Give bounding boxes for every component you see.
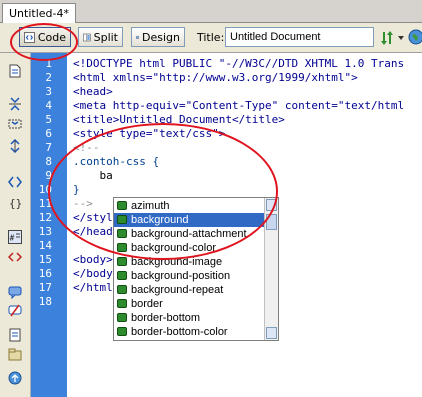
apply-comment-icon[interactable] [8, 285, 22, 299]
code-hint-label: border-bottom [131, 312, 201, 324]
code-hint-item[interactable]: background-color [114, 241, 264, 255]
code-hint-label: background-image [131, 256, 223, 268]
code-hint-label: background-color [131, 242, 216, 254]
split-view-label: Split [93, 30, 118, 44]
line-number: 10 [38, 183, 52, 196]
code-hint-item[interactable]: background-attachment [114, 227, 264, 241]
code-line[interactable]: .contoh-css { [73, 155, 159, 169]
code-hint-label: background-attachment [131, 228, 247, 240]
css-property-icon [117, 285, 127, 294]
css-property-icon [117, 229, 127, 238]
code-hint-item[interactable]: border-bottom [114, 311, 264, 325]
code-line[interactable]: ba [73, 169, 112, 183]
css-property-icon [117, 271, 127, 280]
line-number: 6 [45, 127, 52, 140]
code-line[interactable]: --> [73, 197, 93, 211]
line-number-gutter: 1 2 3 4 5 6 7 8 9 10 11 12 13 14 15 16 17 18 [31, 53, 67, 397]
css-property-icon [117, 243, 127, 252]
code-hint-item[interactable]: background [114, 213, 264, 227]
recent-snippets-icon[interactable] [8, 348, 22, 362]
svg-text:#: # [10, 234, 15, 243]
line-number: 1 [45, 57, 52, 70]
css-property-icon [117, 201, 127, 210]
design-view-button[interactable]: Design [131, 27, 185, 47]
move-css-icon[interactable] [8, 371, 22, 385]
svg-text:{}: {} [9, 197, 22, 210]
code-line[interactable]: <meta http-equiv="Content-Type" content=… [73, 99, 404, 113]
code-hint-item[interactable]: background-image [114, 255, 264, 269]
split-view-icon [83, 33, 91, 41]
line-number: 13 [38, 225, 52, 238]
code-hint-item[interactable]: azimuth [114, 199, 264, 213]
code-line[interactable]: } [73, 183, 80, 197]
title-input[interactable] [225, 27, 374, 47]
remove-comment-icon[interactable] [8, 304, 22, 318]
line-number: 5 [45, 113, 52, 126]
code-hint-item[interactable]: background-repeat [114, 283, 264, 297]
code-hint-label: background-position [131, 270, 231, 282]
globe-icon[interactable] [408, 29, 422, 45]
code-line[interactable]: <title>Untitled Document</title> [73, 113, 285, 127]
line-number: 11 [38, 197, 52, 210]
line-number: 14 [38, 239, 52, 252]
css-property-icon [117, 327, 127, 336]
highlight-invalid-code-icon[interactable] [8, 250, 22, 264]
line-numbers-icon[interactable]: # [8, 230, 22, 244]
split-view-button[interactable]: Split [78, 27, 123, 47]
css-property-icon [117, 215, 127, 224]
open-documents-icon[interactable] [8, 64, 22, 78]
balance-braces-icon[interactable]: {} [8, 196, 22, 210]
expand-all-icon[interactable] [8, 139, 22, 153]
code-line[interactable]: <!DOCTYPE html PUBLIC "-//W3C//DTD XHTML… [73, 57, 404, 71]
code-view-button[interactable]: Code [19, 27, 71, 47]
code-view-label: Code [37, 30, 66, 44]
code-hint-item[interactable]: border [114, 297, 264, 311]
code-hint-label: azimuth [131, 200, 170, 212]
scroll-up-arrow[interactable] [266, 199, 277, 211]
select-parent-tag-icon[interactable] [8, 175, 22, 189]
code-hint-item[interactable]: background-position [114, 269, 264, 283]
line-number: 4 [45, 99, 52, 112]
design-view-label: Design [142, 30, 180, 44]
line-number: 7 [45, 141, 52, 154]
collapse-full-tag-icon[interactable] [8, 97, 22, 111]
code-hint-label: border [131, 298, 163, 310]
scroll-down-arrow[interactable] [266, 327, 277, 339]
code-hint-label: background [131, 214, 189, 226]
document-tab-bar: Untitled-4* [0, 0, 422, 23]
code-line[interactable]: <head> [73, 85, 113, 99]
code-line[interactable]: <body> [73, 253, 113, 267]
wrap-tag-icon[interactable] [8, 328, 22, 342]
line-number: 2 [45, 71, 52, 84]
css-property-icon [117, 313, 127, 322]
code-hints-list[interactable]: border-bottom-color border-bottom border ba… [113, 197, 279, 341]
code-hint-label: border-bottom-color [131, 326, 228, 338]
coding-toolbar: {} # [0, 53, 31, 397]
chevron-down-icon[interactable] [398, 36, 404, 40]
title-label: Title: [197, 31, 225, 44]
document-tab[interactable]: Untitled-4* [2, 3, 76, 23]
line-number: 16 [38, 267, 52, 280]
css-property-icon [117, 299, 127, 308]
code-line[interactable]: <style type="text/css"> [73, 127, 225, 141]
code-hint-label: background-repeat [131, 284, 224, 296]
hints-scrollbar[interactable] [264, 198, 278, 340]
line-number: 3 [45, 85, 52, 98]
line-number: 17 [38, 281, 52, 294]
file-management-icon[interactable] [380, 30, 396, 46]
code-line[interactable]: <html xmlns="http://www.w3.org/1999/xhtm… [73, 71, 358, 85]
code-view-icon [24, 31, 35, 43]
document-toolbar: Code Split Design Title: [0, 23, 422, 53]
line-number: 12 [38, 211, 52, 224]
code-line[interactable]: <!-- [73, 141, 100, 155]
css-property-icon [117, 257, 127, 266]
line-number: 8 [45, 155, 52, 168]
collapse-selection-icon[interactable] [8, 117, 22, 131]
line-number: 9 [45, 169, 52, 182]
design-view-icon [136, 35, 140, 39]
line-number: 18 [38, 295, 52, 308]
code-hint-item[interactable]: border-bottom-color [114, 325, 264, 339]
scroll-thumb[interactable] [266, 214, 277, 230]
line-number: 15 [38, 253, 52, 266]
